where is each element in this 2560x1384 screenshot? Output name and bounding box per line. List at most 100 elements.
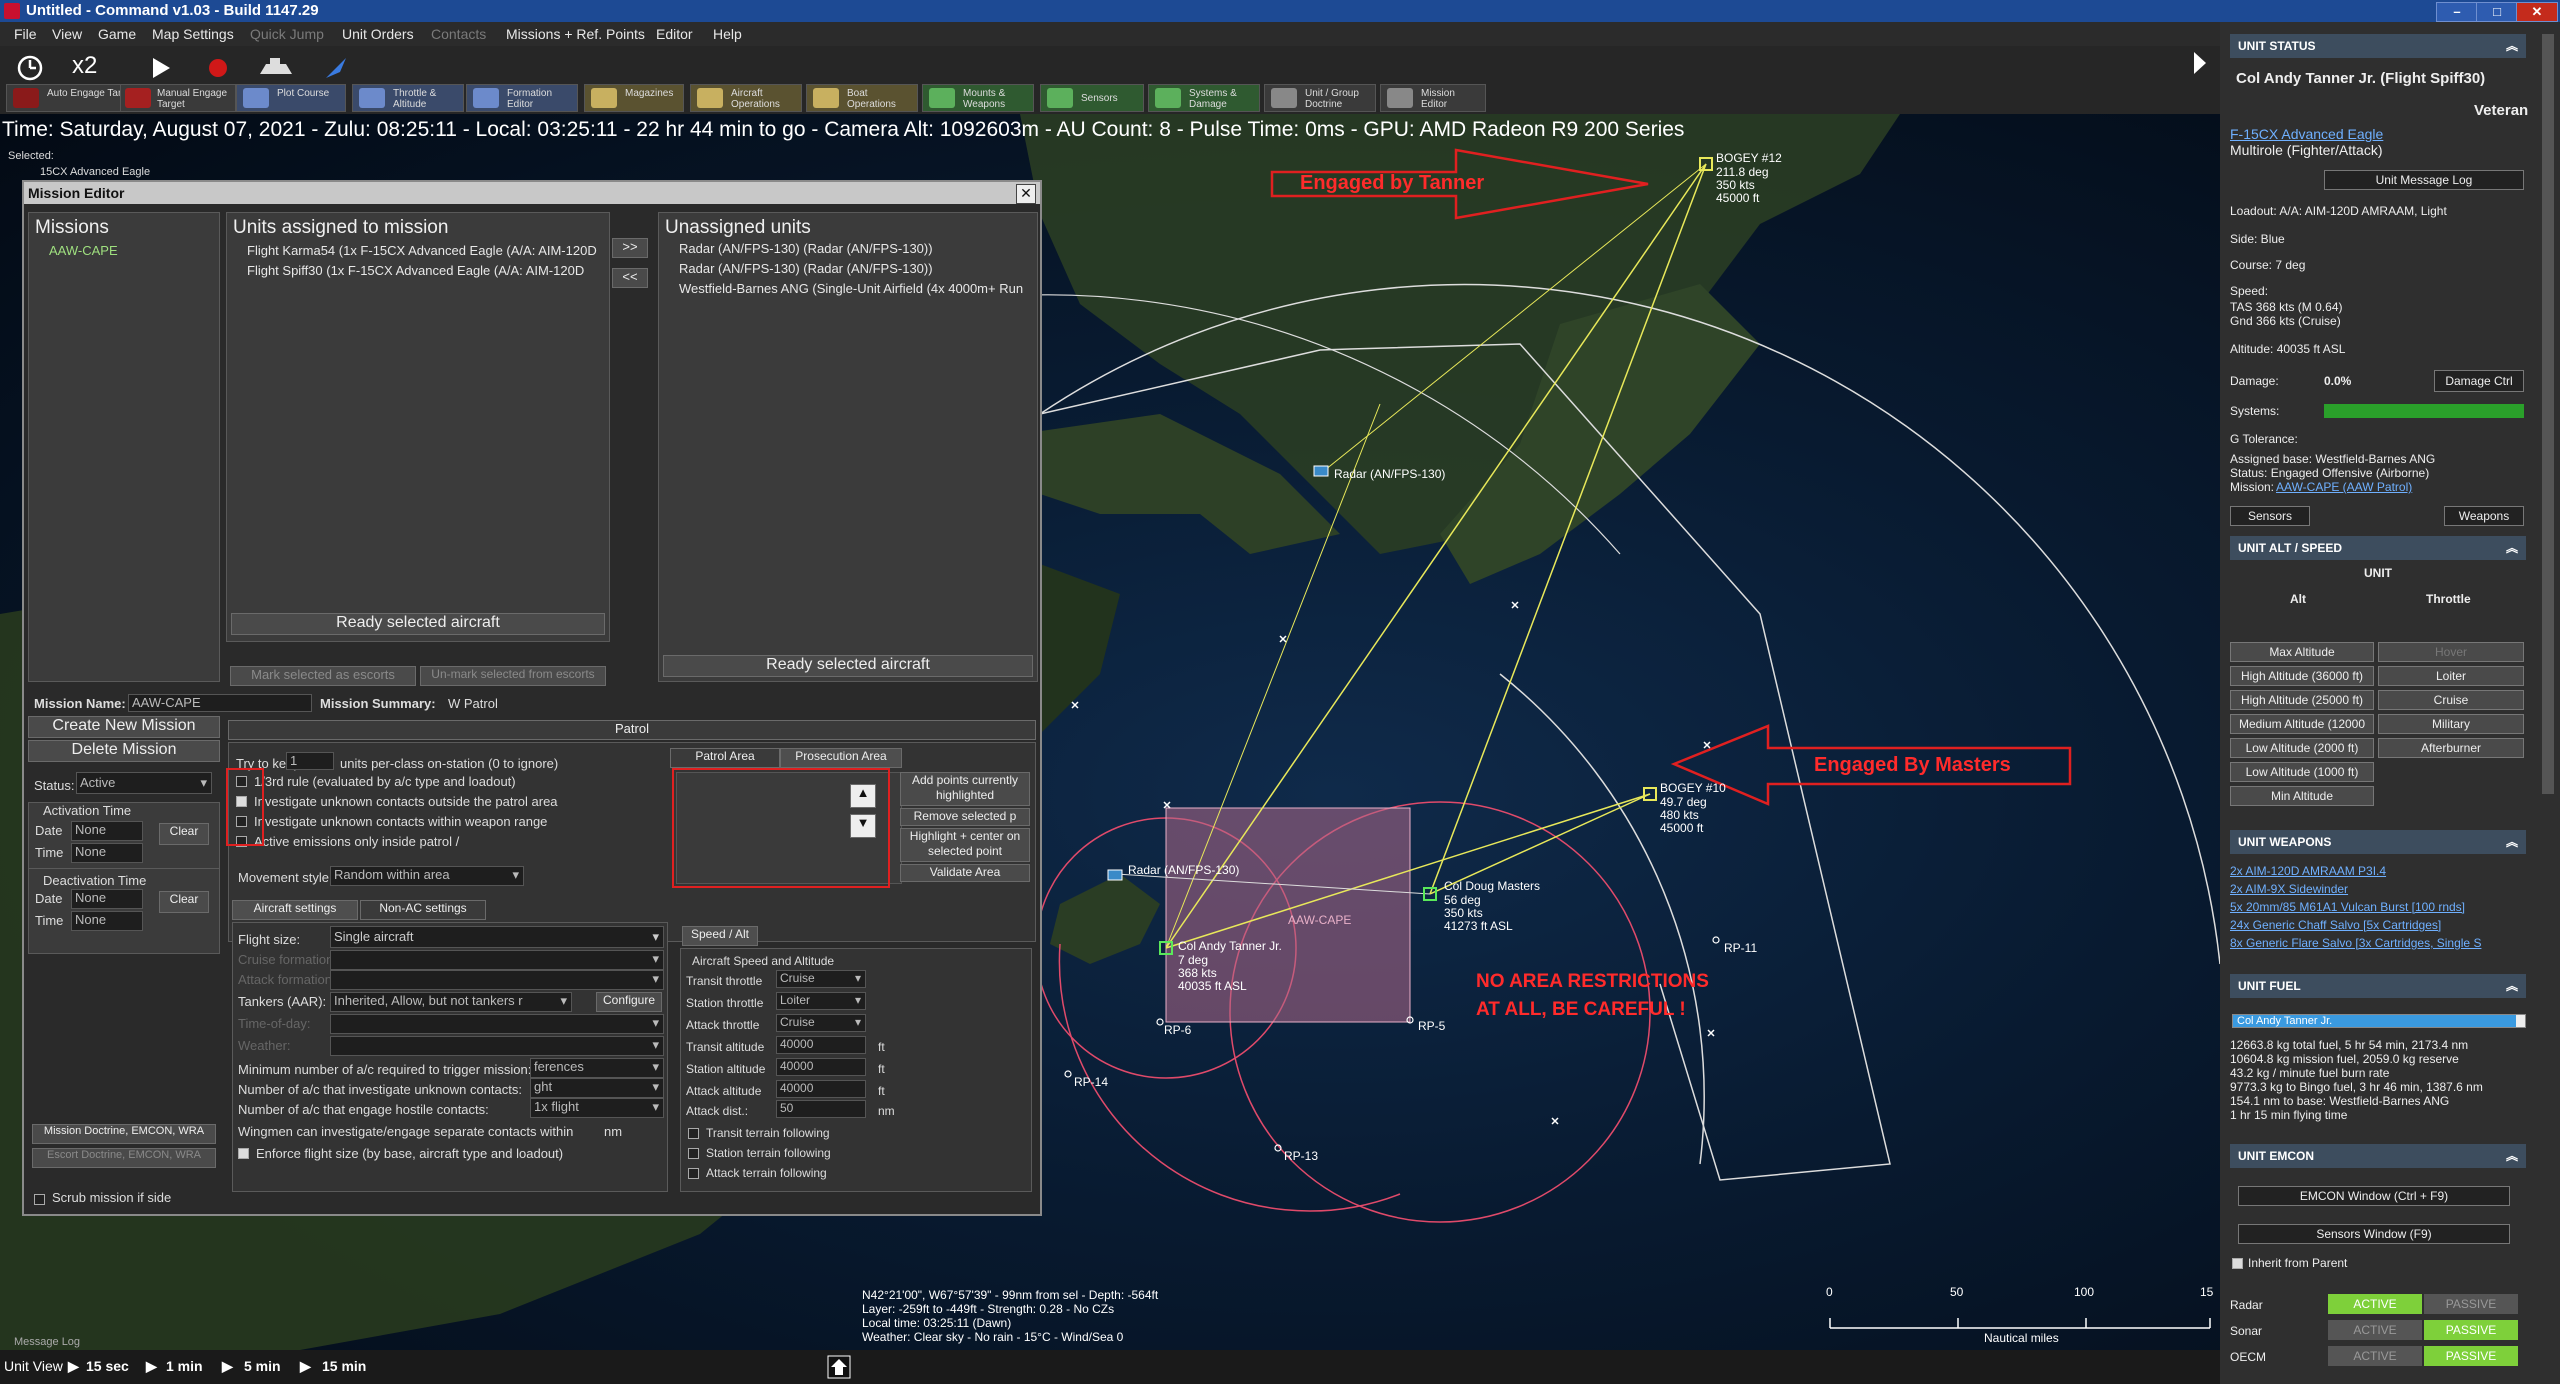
time-step-1min[interactable]: 1 min bbox=[166, 1358, 203, 1374]
mission-name-input[interactable]: AAW-CAPE bbox=[128, 694, 312, 712]
sonar-active-toggle[interactable]: ACTIVE bbox=[2328, 1320, 2422, 1340]
mark-escorts-button[interactable]: Mark selected as escorts bbox=[230, 666, 416, 686]
unit-message-log-button[interactable]: Unit Message Log bbox=[2324, 170, 2524, 190]
low-altitude-2000-button[interactable]: Low Altitude (2000 ft) bbox=[2230, 738, 2374, 758]
menu-editor[interactable]: Editor bbox=[656, 26, 693, 42]
station-terrain-checkbox[interactable] bbox=[688, 1148, 699, 1159]
boat-operations-button[interactable]: Boat Operations bbox=[806, 84, 918, 112]
sensors-window-button[interactable]: Sensors Window (F9) bbox=[2238, 1224, 2510, 1244]
validate-area-button[interactable]: Validate Area bbox=[900, 864, 1030, 882]
tab-speed-alt[interactable]: Speed / Alt bbox=[682, 926, 758, 946]
throttle-altitude-button[interactable]: Throttle & Altitude bbox=[352, 84, 464, 112]
tab-patrol[interactable]: Patrol bbox=[228, 720, 1036, 740]
loiter-button[interactable]: Loiter bbox=[2378, 666, 2524, 686]
carrier-icon[interactable] bbox=[258, 54, 294, 80]
station-throttle-select[interactable]: Loiter ▾ bbox=[776, 992, 866, 1010]
move-left-button[interactable]: << bbox=[612, 268, 648, 288]
try-to-keep-input[interactable]: 1 bbox=[286, 752, 334, 770]
mission-editor-button[interactable]: Mission Editor bbox=[1380, 84, 1486, 112]
assigned-unit[interactable]: Flight Spiff30 (1x F-15CX Advanced Eagle… bbox=[247, 263, 584, 278]
tab-aircraft-settings[interactable]: Aircraft settings bbox=[232, 900, 358, 920]
right-panel-scrollbar[interactable] bbox=[2542, 34, 2554, 794]
deactivation-clear-button[interactable]: Clear bbox=[159, 891, 209, 913]
tankers-select[interactable]: Inherited, Allow, but not tankers r ▾ bbox=[330, 992, 572, 1012]
aircraft-operations-button[interactable]: Aircraft Operations bbox=[690, 84, 802, 112]
radar-passive-toggle[interactable]: PASSIVE bbox=[2424, 1294, 2518, 1314]
transit-throttle-select[interactable]: Cruise ▾ bbox=[776, 970, 866, 988]
medium-altitude-button[interactable]: Medium Altitude (12000 bbox=[2230, 714, 2374, 734]
remove-points-button[interactable]: Remove selected p bbox=[900, 808, 1030, 826]
play-icon[interactable] bbox=[150, 56, 172, 80]
ready-selected-right-button[interactable]: Ready selected aircraft bbox=[663, 655, 1033, 677]
emcon-window-button[interactable]: EMCON Window (Ctrl + F9) bbox=[2238, 1186, 2510, 1206]
emcon-header[interactable]: UNIT EMCON ︽ bbox=[2230, 1144, 2526, 1168]
navigate-icon[interactable] bbox=[322, 54, 350, 82]
menu-help[interactable]: Help bbox=[713, 26, 742, 42]
plot-course-button[interactable]: Plot Course bbox=[236, 84, 346, 112]
time-step-15min[interactable]: 15 min bbox=[322, 1358, 366, 1374]
deactivation-date-input[interactable]: None bbox=[71, 889, 143, 909]
create-mission-button[interactable]: Create New Mission bbox=[28, 716, 220, 738]
attack-altitude-input[interactable]: 40000 bbox=[776, 1080, 866, 1098]
max-altitude-button[interactable]: Max Altitude bbox=[2230, 642, 2374, 662]
minimize-button[interactable]: – bbox=[2436, 2, 2478, 22]
close-window-button[interactable]: ✕ bbox=[2516, 2, 2558, 22]
mission-item-aaw-cape[interactable]: AAW-CAPE bbox=[49, 243, 118, 258]
oecm-active-toggle[interactable]: ACTIVE bbox=[2328, 1346, 2422, 1366]
high-altitude-36000-button[interactable]: High Altitude (36000 ft) bbox=[2230, 666, 2374, 686]
weapons-header[interactable]: UNIT WEAPONS ︽ bbox=[2230, 830, 2526, 854]
menu-view[interactable]: View bbox=[52, 26, 82, 42]
min-altitude-button[interactable]: Min Altitude bbox=[2230, 786, 2374, 806]
scrub-checkbox[interactable] bbox=[34, 1194, 45, 1205]
status-select[interactable]: Active ▾ bbox=[76, 772, 212, 794]
escort-doctrine-button[interactable]: Escort Doctrine, EMCON, WRA bbox=[32, 1148, 216, 1168]
num-engage-select[interactable]: 1x flight ▾ bbox=[530, 1098, 664, 1118]
formation-editor-button[interactable]: Formation Editor bbox=[466, 84, 578, 112]
maximize-button[interactable]: □ bbox=[2476, 2, 2518, 22]
oecm-passive-toggle[interactable]: PASSIVE bbox=[2424, 1346, 2518, 1366]
num-investigate-select[interactable]: ght ▾ bbox=[530, 1078, 664, 1098]
menu-unit-orders[interactable]: Unit Orders bbox=[342, 26, 414, 42]
unit-view-label[interactable]: Unit View bbox=[4, 1358, 63, 1374]
unmark-escorts-button[interactable]: Un-mark selected from escorts bbox=[420, 666, 606, 686]
cruise-formation-select[interactable]: ▾ bbox=[330, 950, 664, 970]
tab-non-ac-settings[interactable]: Non-AC settings bbox=[360, 900, 486, 920]
movement-style-select[interactable]: Random within area ▾ bbox=[330, 866, 524, 886]
unassigned-unit[interactable]: Westfield-Barnes ANG (Single-Unit Airfie… bbox=[679, 281, 1023, 296]
weapon-item[interactable]: 2x AIM-9X Sidewinder bbox=[2230, 882, 2348, 896]
menu-contacts[interactable]: Contacts bbox=[431, 26, 486, 42]
manual-engage-button[interactable]: Manual Engage Target bbox=[120, 84, 236, 112]
activation-time-input[interactable]: None bbox=[71, 843, 143, 863]
attack-formation-select[interactable]: ▾ bbox=[330, 970, 664, 990]
unit-status-header[interactable]: UNIT STATUS ︽ bbox=[2230, 34, 2526, 58]
activation-date-input[interactable]: None bbox=[71, 821, 143, 841]
afterburner-button[interactable]: Afterburner bbox=[2378, 738, 2524, 758]
attack-dist-input[interactable]: 50 bbox=[776, 1100, 866, 1118]
weather-select[interactable]: ▾ bbox=[330, 1036, 664, 1056]
min-ac-select[interactable]: ferences ▾ bbox=[530, 1058, 664, 1078]
sensors-panel-button[interactable]: Sensors bbox=[2230, 506, 2310, 526]
weapon-item[interactable]: 8x Generic Flare Salvo [3x Cartridges, S… bbox=[2230, 936, 2526, 950]
move-right-button[interactable]: >> bbox=[612, 238, 648, 258]
radar-north-marker[interactable] bbox=[1313, 465, 1329, 477]
high-altitude-25000-button[interactable]: High Altitude (25000 ft) bbox=[2230, 690, 2374, 710]
unassigned-unit[interactable]: Radar (AN/FPS-130) (Radar (AN/FPS-130)) bbox=[679, 261, 933, 276]
enforce-flight-checkbox[interactable] bbox=[238, 1148, 249, 1159]
menu-quick-jump[interactable]: Quick Jump bbox=[250, 26, 324, 42]
mounts-weapons-button[interactable]: Mounts & Weapons bbox=[922, 84, 1034, 112]
clock-icon[interactable] bbox=[16, 54, 44, 82]
fuel-header[interactable]: UNIT FUEL ︽ bbox=[2230, 974, 2526, 998]
configure-tankers-button[interactable]: Configure bbox=[596, 992, 662, 1012]
record-icon[interactable] bbox=[206, 56, 230, 80]
menu-file[interactable]: File bbox=[14, 26, 37, 42]
tab-patrol-area[interactable]: Patrol Area bbox=[670, 748, 780, 768]
weapon-item[interactable]: 24x Generic Chaff Salvo [5x Cartridges] bbox=[2230, 918, 2441, 932]
alt-speed-header[interactable]: UNIT ALT / SPEED ︽ bbox=[2230, 536, 2526, 560]
low-altitude-1000-button[interactable]: Low Altitude (1000 ft) bbox=[2230, 762, 2374, 782]
systems-damage-button[interactable]: Systems & Damage bbox=[1148, 84, 1260, 112]
menu-game[interactable]: Game bbox=[98, 26, 136, 42]
assigned-unit[interactable]: Flight Karma54 (1x F-15CX Advanced Eagle… bbox=[247, 243, 597, 258]
cruise-button[interactable]: Cruise bbox=[2378, 690, 2524, 710]
radar-active-toggle[interactable]: ACTIVE bbox=[2328, 1294, 2422, 1314]
collapse-panel-icon[interactable] bbox=[2190, 48, 2210, 78]
